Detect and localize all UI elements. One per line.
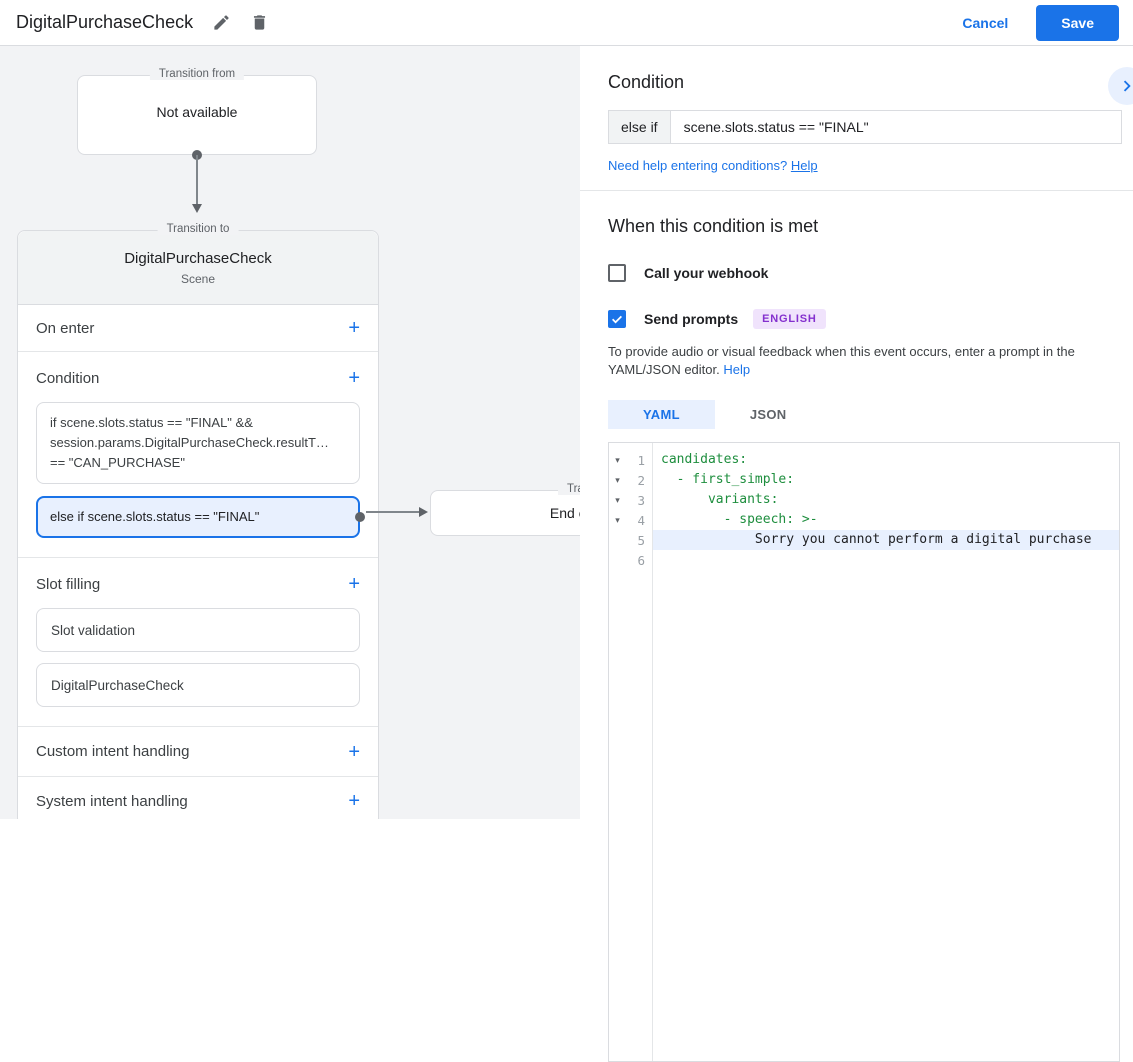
transition-from-legend: Transition from <box>149 68 245 80</box>
line-number: 3 <box>637 492 645 508</box>
gutter-row: ▾ 3 <box>609 490 652 510</box>
add-on-enter-button[interactable]: + <box>348 318 360 338</box>
arrowhead-down-icon <box>192 204 202 213</box>
slot-filling-section: Slot filling + Slot validation DigitalPu… <box>18 558 378 727</box>
checkmark-icon <box>612 315 622 324</box>
app-header: DigitalPurchaseCheck Cancel Save <box>0 0 1133 46</box>
save-button[interactable]: Save <box>1036 4 1119 41</box>
code-line[interactable]: candidates: <box>653 450 1119 470</box>
cancel-button[interactable]: Cancel <box>962 15 1008 31</box>
scene-diagram-canvas: Transition from Not available Transition… <box>0 46 580 819</box>
editor-gutter: ▾ 1 ▾ 2 ▾ 3 ▾ 4 5 6 <box>609 443 652 1061</box>
scene-card-subtitle: Scene <box>180 271 216 286</box>
connector-line-vertical <box>196 155 198 206</box>
when-condition-met-heading: When this condition is met <box>608 216 819 236</box>
tab-yaml[interactable]: YAML <box>608 400 715 429</box>
custom-intent-label: Custom intent handling <box>36 743 190 760</box>
edit-title-button[interactable] <box>211 13 231 33</box>
code-line[interactable]: - first_simple: <box>653 470 1119 490</box>
condition-detail-panel: Condition else if Need help entering con… <box>580 46 1133 1062</box>
slot-filling-label: Slot filling <box>36 575 101 593</box>
pencil-icon <box>213 15 229 30</box>
arrowhead-right-icon <box>419 507 428 517</box>
add-custom-intent-button[interactable]: + <box>348 742 360 762</box>
send-prompts-label: Send prompts <box>644 311 739 327</box>
on-enter-row: On enter + <box>18 305 378 352</box>
editor-code-column[interactable]: candidates: - first_simple: variants: - … <box>652 443 1119 1061</box>
fold-arrow-icon[interactable]: ▾ <box>609 475 626 486</box>
condition-prefix-label: else if <box>608 110 671 144</box>
condition-label: Condition <box>36 369 100 387</box>
line-number: 6 <box>637 552 645 568</box>
fold-arrow-icon[interactable]: ▾ <box>609 495 626 506</box>
slot-filling-section-head: Slot filling + <box>36 571 360 597</box>
gutter-row: ▾ 2 <box>609 470 652 490</box>
line-number: 4 <box>637 512 645 528</box>
system-intent-label: System intent handling <box>36 792 188 810</box>
condition-section: Condition + if scene.slots.status == "FI… <box>18 352 378 558</box>
language-badge: ENGLISH <box>753 309 826 329</box>
condition-input-row: else if <box>608 110 1122 144</box>
panel-divider <box>580 190 1133 191</box>
prompt-help-link[interactable]: Help <box>723 362 750 377</box>
scene-card-title: DigitalPurchaseCheck <box>124 249 272 267</box>
tab-json[interactable]: JSON <box>715 400 822 429</box>
condition-else-if-box[interactable]: else if scene.slots.status == "FINAL" <box>36 496 365 538</box>
call-webhook-checkbox[interactable] <box>608 264 626 282</box>
line-number: 5 <box>637 532 645 548</box>
transition-to-legend: Transition to <box>157 223 239 235</box>
custom-intent-row: Custom intent handling + <box>18 727 378 777</box>
transition-from-node[interactable]: Transition from Not available <box>77 68 317 155</box>
connector-line-horizontal <box>366 511 420 513</box>
gutter-row: 5 <box>609 530 652 550</box>
gutter-row: ▾ 1 <box>609 450 652 470</box>
code-line[interactable]: - speech: >- <box>653 510 1119 530</box>
send-prompts-checkbox[interactable] <box>608 310 626 328</box>
connector-dot <box>355 512 365 522</box>
condition-if-box[interactable]: if scene.slots.status == "FINAL" && sess… <box>36 402 360 484</box>
slot-scene-box[interactable]: DigitalPurchaseCheck <box>36 663 360 707</box>
prompt-description-text: To provide audio or visual feedback when… <box>608 344 1075 377</box>
condition-section-head: Condition + <box>36 365 360 391</box>
panel-title: Condition <box>608 72 685 92</box>
code-line-highlighted[interactable]: Sorry you cannot perform a digital purch… <box>653 530 1119 550</box>
fold-arrow-icon[interactable]: ▾ <box>609 455 626 466</box>
call-webhook-label: Call your webhook <box>644 265 769 281</box>
add-condition-button[interactable]: + <box>348 368 360 388</box>
prompt-description: To provide audio or visual feedback when… <box>608 343 1120 379</box>
add-system-intent-button[interactable]: + <box>348 791 360 811</box>
webhook-check-row: Call your webhook <box>608 264 1133 282</box>
gutter-row: ▾ 4 <box>609 510 652 530</box>
end-node-value: End conversation <box>549 505 580 521</box>
condition-expression-input[interactable] <box>670 110 1122 144</box>
add-slot-button[interactable]: + <box>348 574 360 594</box>
editor-tabs: YAML JSON <box>608 400 1133 429</box>
condition-help-text: Need help entering conditions? <box>608 158 788 173</box>
send-prompts-check-row: Send prompts ENGLISH <box>608 309 1133 329</box>
transition-from-value: Not available <box>156 104 238 120</box>
delete-scene-button[interactable] <box>249 13 269 33</box>
collapse-panel-button[interactable] <box>1108 67 1133 105</box>
condition-else-if-text: else if scene.slots.status == "FINAL" <box>50 509 260 524</box>
line-number: 1 <box>637 452 645 468</box>
chevron-right-icon <box>1123 80 1131 92</box>
condition-help-link[interactable]: Help <box>791 158 818 173</box>
on-enter-label: On enter <box>36 319 95 337</box>
code-line[interactable]: variants: <box>653 490 1119 510</box>
trash-icon <box>253 15 265 30</box>
fold-arrow-icon[interactable]: ▾ <box>609 515 626 526</box>
scene-card-header: DigitalPurchaseCheck Scene <box>18 231 378 305</box>
condition-help-line: Need help entering conditions? Help <box>608 158 1133 173</box>
end-node-legend: Transition to <box>558 483 580 495</box>
page-title: DigitalPurchaseCheck <box>16 12 194 32</box>
slot-validation-box[interactable]: Slot validation <box>36 608 360 652</box>
system-intent-row: System intent handling + <box>18 777 378 819</box>
yaml-code-editor[interactable]: ▾ 1 ▾ 2 ▾ 3 ▾ 4 5 6 candidates: - first_… <box>608 442 1120 1062</box>
end-conversation-node[interactable]: Transition to End conversation <box>430 483 580 536</box>
line-number: 2 <box>637 472 645 488</box>
scene-card: Transition to DigitalPurchaseCheck Scene… <box>17 223 379 819</box>
gutter-row: 6 <box>609 550 652 570</box>
code-line[interactable] <box>653 550 1119 570</box>
